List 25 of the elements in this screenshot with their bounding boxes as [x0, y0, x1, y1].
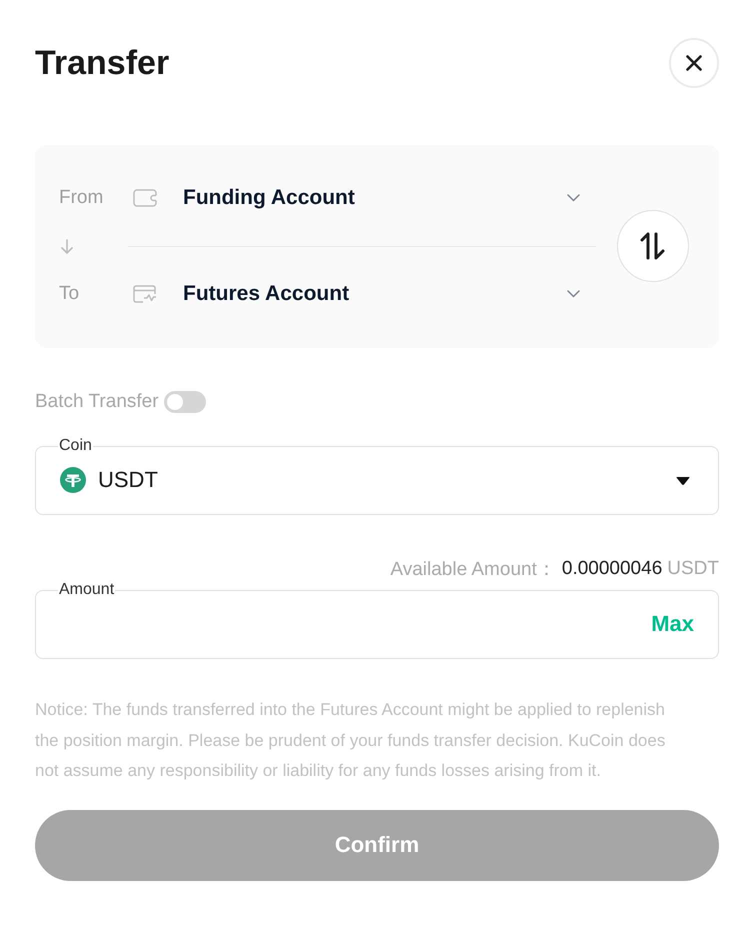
notice-text: Notice: The funds transferred into the Futures Account might be applied to replenish the position margin. Please be prudent of your funds transfer decision. KuCoin does not assume any responsibility or liability for any funds losses arising from it.	[35, 699, 666, 782]
coin-label: Coin	[58, 437, 93, 455]
account-dropdown[interactable]: Funding Account	[133, 174, 596, 222]
batch-transfer-toggle[interactable]	[164, 391, 206, 413]
wallet-icon	[133, 189, 157, 207]
amount-input-field[interactable]: Amount Max	[35, 581, 719, 659]
account-label: To	[59, 283, 80, 305]
card-pulse-icon	[133, 285, 157, 303]
caret-down-icon	[676, 476, 690, 484]
coin-value: USDT	[98, 467, 159, 493]
close-icon	[686, 55, 702, 71]
tether-coin-icon	[60, 467, 86, 493]
chevron-down-icon	[567, 290, 580, 298]
close-button[interactable]	[669, 38, 719, 88]
coin-select[interactable]: Coin USDT	[35, 437, 719, 515]
batch-transfer-label: Batch Transfer	[35, 391, 159, 413]
account-label: From	[59, 187, 104, 209]
available-amount-label: Available Amount：	[390, 558, 556, 582]
arrow-down-icon	[61, 238, 73, 254]
dialog-title: Transfer	[35, 43, 170, 83]
amount-label: Amount	[58, 581, 116, 599]
chevron-down-icon	[567, 194, 580, 202]
available-amount-unit: USDT	[667, 558, 719, 580]
account-dropdown[interactable]: Futures Account	[133, 270, 596, 318]
available-amount-value: 0.00000046	[562, 558, 662, 580]
